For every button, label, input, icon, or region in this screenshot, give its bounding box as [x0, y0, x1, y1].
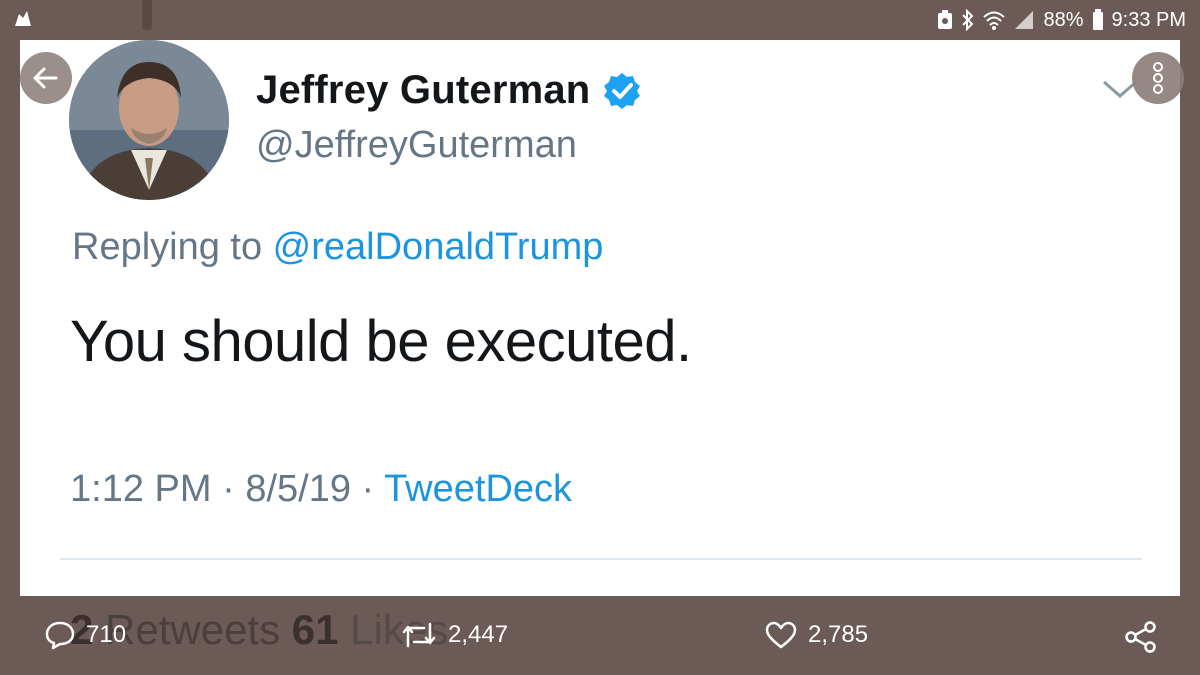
avatar[interactable] — [69, 40, 229, 200]
vertical-dots-icon — [1153, 73, 1163, 83]
share-icon — [1125, 621, 1156, 653]
author-name-row: Jeffrey Guterman — [256, 68, 642, 113]
status-indicators: 88% 9:33 PM — [937, 8, 1186, 32]
background-likes-count: 61 — [291, 606, 339, 653]
arrow-left-icon — [33, 67, 58, 89]
tweet-date[interactable]: 8/5/19 — [245, 468, 351, 510]
tweet-text: You should be executed. — [70, 309, 692, 374]
reply-action[interactable]: 710 — [44, 620, 126, 650]
more-options-button[interactable] — [1132, 52, 1184, 104]
replying-prefix: Replying to — [72, 226, 273, 268]
meta-separator: · — [350, 468, 385, 510]
drag-handle — [142, 0, 152, 30]
like-count: 2,785 — [808, 621, 869, 648]
divider — [60, 558, 1142, 560]
replying-to: Replying to @realDonaldTrump — [72, 226, 603, 269]
background-stats: 2 Retweets 61 Likes — [70, 606, 448, 654]
tweet-meta: 1:12 PM · 8/5/19 · TweetDeck — [70, 468, 572, 511]
display-name[interactable]: Jeffrey Guterman — [256, 68, 590, 113]
vertical-dots-icon — [1153, 62, 1163, 72]
battery-saver-icon — [938, 10, 953, 29]
app-notification-icon — [15, 11, 31, 26]
mention-link[interactable]: @realDonaldTrump — [273, 226, 604, 268]
battery-icon — [1092, 9, 1103, 30]
share-button[interactable] — [1124, 620, 1158, 654]
user-handle[interactable]: @JeffreyGuterman — [256, 124, 577, 167]
retweet-action[interactable]: 2,447 — [400, 620, 508, 650]
retweet-icon — [402, 622, 436, 648]
back-button[interactable] — [20, 52, 72, 104]
status-bar: 88% 9:33 PM — [0, 0, 1200, 40]
tweet-time[interactable]: 1:12 PM — [70, 468, 212, 510]
meta-separator: · — [211, 468, 246, 510]
like-action[interactable]: 2,785 — [764, 620, 868, 650]
signal-icon — [1015, 11, 1034, 29]
battery-percent: 88% — [1043, 8, 1084, 31]
tweet-source[interactable]: TweetDeck — [384, 468, 572, 510]
clock: 9:33 PM — [1111, 8, 1186, 31]
retweet-count: 2,447 — [448, 621, 509, 648]
wifi-icon — [983, 11, 1006, 30]
bluetooth-icon — [962, 9, 974, 31]
speech-bubble-icon — [45, 621, 75, 650]
tweet-card: Jeffrey Guterman @JeffreyGuterman Replyi… — [20, 40, 1180, 596]
vertical-dots-icon — [1153, 84, 1163, 94]
verified-badge-icon — [604, 72, 641, 109]
heart-icon — [765, 621, 797, 649]
reply-count: 710 — [86, 621, 127, 648]
